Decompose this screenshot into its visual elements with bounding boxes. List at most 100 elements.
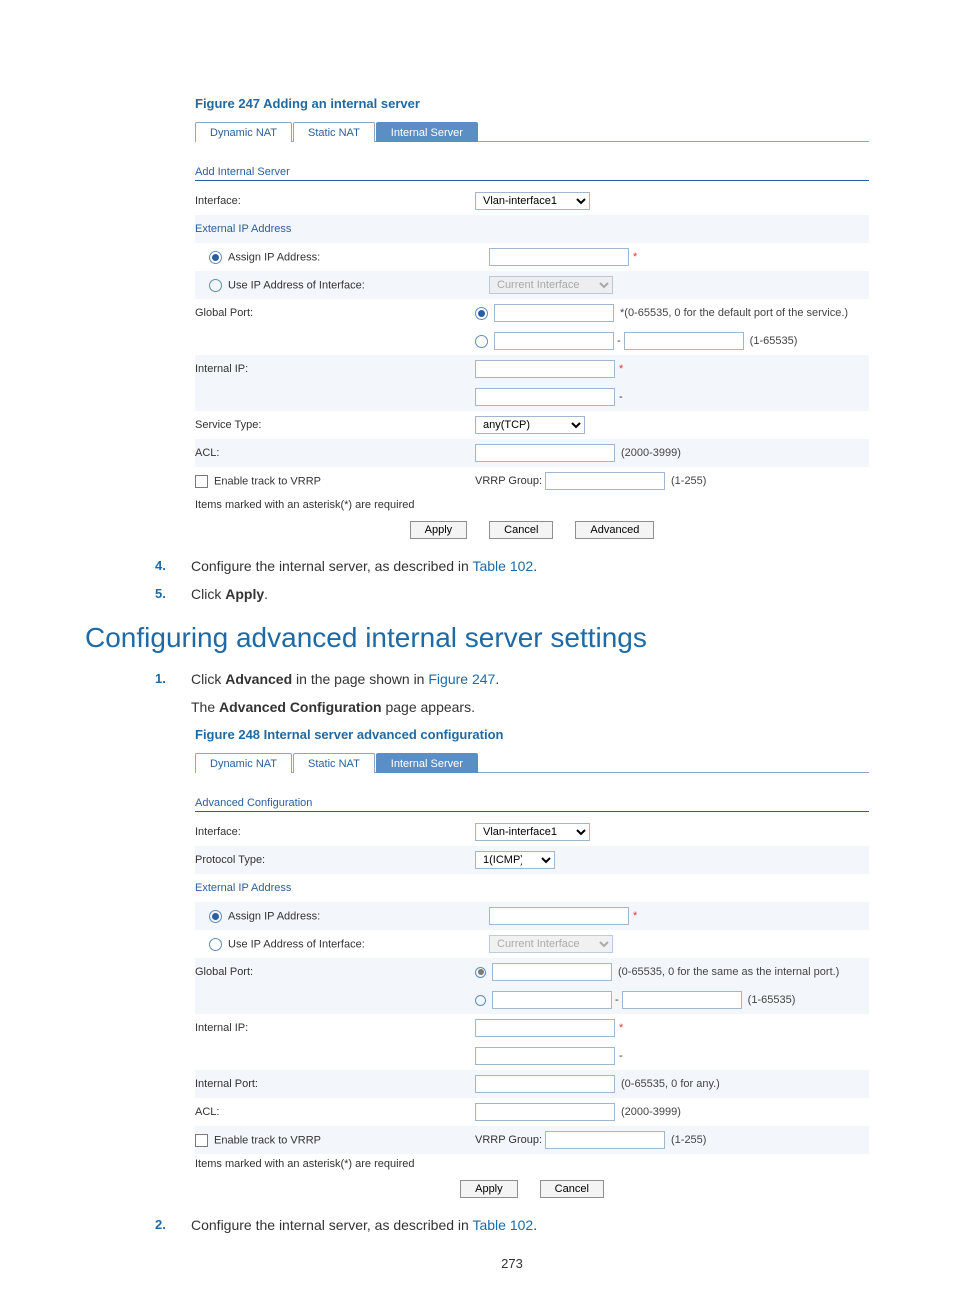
label-global-port: Global Port: [195,307,475,319]
required-marker: * [619,1022,623,1034]
bold-advanced-config: Advanced Configuration [219,699,382,715]
apply-button[interactable]: Apply [410,521,468,539]
label-enable-vrrp: Enable track to VRRP [195,1134,475,1147]
radio-global-port-range[interactable] [475,995,486,1006]
label-protocol-type: Protocol Type: [195,854,475,866]
use-interface-select: Current Interface [489,935,613,953]
label-assign-ip: Assign IP Address: [195,251,489,264]
label-service-type: Service Type: [195,419,475,431]
step-number: 2. [155,1216,191,1236]
section-add-internal-server: Add Internal Server [195,166,869,178]
label-assign-ip: Assign IP Address: [195,910,489,923]
bold-apply: Apply [225,586,264,602]
radio-assign-ip[interactable] [209,910,222,923]
label-use-if: Use IP Address of Interface: [195,279,489,292]
internal-ip-from[interactable] [475,1019,615,1037]
radio-global-port-single[interactable] [475,967,486,978]
use-interface-select: Current Interface [489,276,613,294]
interface-select[interactable]: Vlan-interface1 [475,192,590,210]
global-port-input[interactable] [492,963,612,981]
tab-internal-server[interactable]: Internal Server [376,753,478,773]
step-number: 4. [155,557,191,577]
global-port-range-from[interactable] [492,991,612,1009]
label-acl: ACL: [195,447,475,459]
figure-247-title: Figure 247 Adding an internal server [195,96,869,111]
advanced-button[interactable]: Advanced [575,521,654,539]
label-vrrp-group: VRRP Group: [475,475,545,487]
figure-247-panel: Dynamic NAT Static NAT Internal Server A… [195,121,869,541]
link-table-102[interactable]: Table 102 [472,558,533,574]
tab-internal-server[interactable]: Internal Server [376,122,478,142]
tab-strip: Dynamic NAT Static NAT Internal Server [195,121,869,142]
label-acl: ACL: [195,1106,475,1118]
vrrp-group-input[interactable] [545,472,665,490]
cancel-button[interactable]: Cancel [489,521,553,539]
label-interface: Interface: [195,195,475,207]
protocol-select[interactable]: 1(ICMP) [475,851,555,869]
label-internal-port: Internal Port: [195,1078,475,1090]
radio-global-port-range[interactable] [475,335,488,348]
tab-strip: Dynamic NAT Static NAT Internal Server [195,752,869,773]
hint-global-port-range: (1-65535) [748,994,796,1006]
label-use-if: Use IP Address of Interface: [195,938,489,951]
internal-ip-from[interactable] [475,360,615,378]
label-external-ip: External IP Address [195,223,475,235]
label-internal-ip: Internal IP: [195,1022,475,1034]
radio-use-interface-ip[interactable] [209,279,222,292]
label-vrrp-group: VRRP Group: [475,1134,545,1146]
assign-ip-input[interactable] [489,907,629,925]
tab-static-nat[interactable]: Static NAT [293,753,375,773]
internal-port-input[interactable] [475,1075,615,1093]
radio-assign-ip[interactable] [209,251,222,264]
enable-vrrp-checkbox[interactable] [195,475,208,488]
required-marker: * [633,251,637,263]
hint-vrrp: (1-255) [671,475,706,487]
link-figure-247[interactable]: Figure 247 [428,671,495,687]
document-page: Figure 247 Adding an internal server Dyn… [0,0,954,1301]
tab-dynamic-nat[interactable]: Dynamic NAT [195,122,292,142]
global-port-input[interactable] [494,304,614,322]
radio-global-port-single[interactable] [475,307,488,320]
global-port-range-from[interactable] [494,332,614,350]
label-global-port: Global Port: [195,966,475,978]
label-interface: Interface: [195,826,475,838]
heading-advanced-settings: Configuring advanced internal server set… [85,622,869,654]
hint-internal-port: (0-65535, 0 for any.) [621,1078,720,1090]
tab-static-nat[interactable]: Static NAT [293,122,375,142]
acl-input[interactable] [475,444,615,462]
bold-advanced: Advanced [225,671,292,687]
global-port-range-to[interactable] [622,991,742,1009]
required-marker: * [633,910,637,922]
label-enable-vrrp: Enable track to VRRP [195,475,475,488]
interface-select[interactable]: Vlan-interface1 [475,823,590,841]
hint-global-port: (0-65535, 0 for the same as the internal… [618,966,839,978]
figure-248-panel: Dynamic NAT Static NAT Internal Server A… [195,752,869,1200]
vrrp-group-input[interactable] [545,1131,665,1149]
required-marker: * [619,363,623,375]
enable-vrrp-checkbox[interactable] [195,1134,208,1147]
service-type-select[interactable]: any(TCP) [475,416,585,434]
step-list-3: 2. Configure the internal server, as des… [155,1216,869,1236]
section-advanced-config: Advanced Configuration [195,797,869,809]
step-list-2: 1. Click Advanced in the page shown in F… [155,670,869,690]
hint-acl: (2000-3999) [621,447,681,459]
required-note: Items marked with an asterisk(*) are req… [195,495,869,511]
label-external-ip: External IP Address [195,882,475,894]
hint-vrrp: (1-255) [671,1134,706,1146]
cancel-button[interactable]: Cancel [540,1180,604,1198]
link-table-102[interactable]: Table 102 [472,1217,533,1233]
global-port-range-to[interactable] [624,332,744,350]
hint-global-port: *(0-65535, 0 for the default port of the… [620,307,848,319]
apply-button[interactable]: Apply [460,1180,518,1198]
step-number: 5. [155,585,191,605]
radio-use-interface-ip[interactable] [209,938,222,951]
acl-input[interactable] [475,1103,615,1121]
internal-ip-to[interactable] [475,1047,615,1065]
assign-ip-input[interactable] [489,248,629,266]
step-list-1: 4. Configure the internal server, as des… [155,557,869,604]
internal-ip-to[interactable] [475,388,615,406]
tab-dynamic-nat[interactable]: Dynamic NAT [195,753,292,773]
hint-global-port-range: (1-65535) [750,335,798,347]
step-number: 1. [155,670,191,690]
page-number: 273 [155,1256,869,1271]
